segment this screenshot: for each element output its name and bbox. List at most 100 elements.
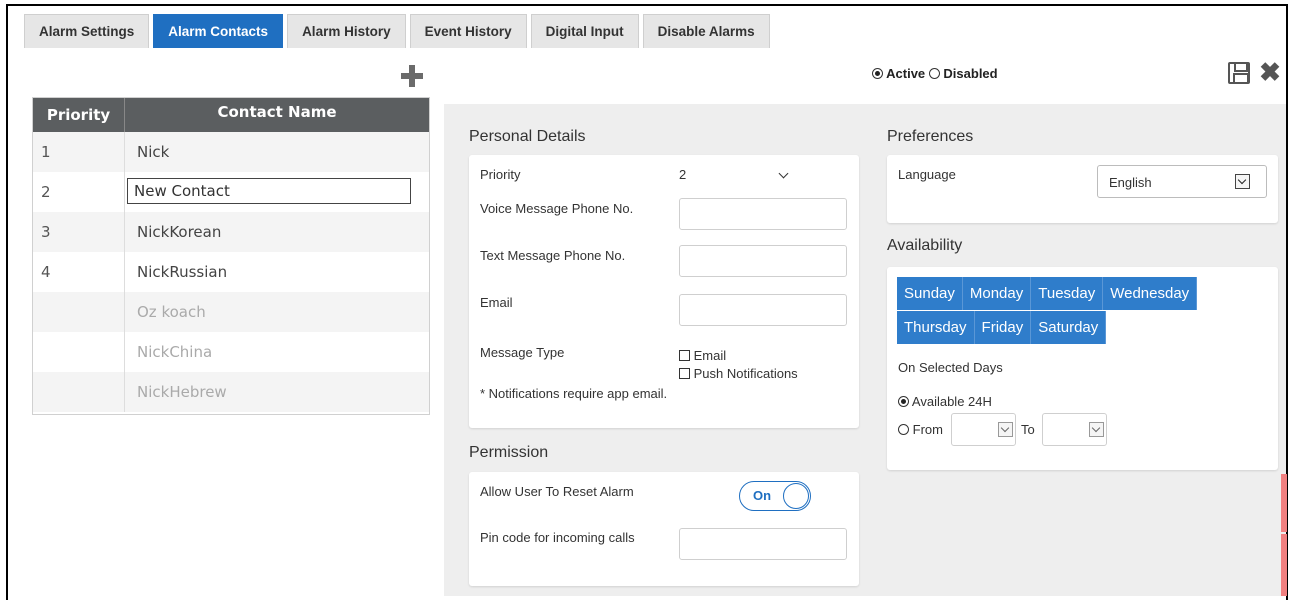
priority-select-value[interactable]: 2 (679, 167, 686, 182)
day-sunday[interactable]: Sunday (897, 277, 963, 310)
tab-alarm-settings[interactable]: Alarm Settings (24, 14, 150, 48)
tab-disable-alarms[interactable]: Disable Alarms (642, 14, 770, 48)
from-time-select[interactable] (951, 413, 1016, 446)
day-saturday[interactable]: Saturday (1031, 311, 1107, 344)
language-value: English (1109, 175, 1152, 190)
voice-phone-label: Voice Message Phone No. (480, 201, 634, 216)
contacts-table: Priority Contact Name 1 Nick 2 3 NickKor… (32, 97, 430, 415)
permission-card: Allow User To Reset Alarm On Pin code fo… (469, 472, 859, 586)
contact-row[interactable]: Oz koach (33, 292, 429, 332)
tab-alarm-contacts[interactable]: Alarm Contacts (153, 14, 284, 48)
day-friday[interactable]: Friday (974, 311, 1032, 344)
email-option-label: Email (693, 348, 727, 363)
contact-name: NickChina (137, 343, 213, 361)
contacts-table-header: Priority Contact Name (33, 98, 429, 132)
email-checkbox[interactable] (679, 350, 690, 361)
availability-card: Sunday Monday Tuesday Wednesday Thursday… (887, 267, 1278, 470)
chevron-down-icon (1089, 422, 1104, 437)
permission-title: Permission (469, 444, 549, 461)
contact-name-input[interactable] (127, 178, 411, 204)
add-contact-plus-icon[interactable] (401, 65, 423, 87)
push-checkbox[interactable] (679, 368, 690, 379)
disabled-radio[interactable] (928, 68, 940, 79)
contact-name-cell: Oz koach (125, 292, 429, 332)
available-24h-radio[interactable] (898, 396, 909, 407)
contact-name-cell (125, 172, 429, 212)
contact-details-panel: Personal Details Priority 2 Voice Messag… (444, 104, 1286, 596)
contact-row[interactable]: NickChina (33, 332, 429, 372)
contact-row[interactable]: 2 (33, 172, 429, 212)
contact-name-cell: NickChina (125, 332, 429, 372)
contact-name: Nick (137, 143, 170, 161)
toggle-label: On (753, 488, 772, 503)
contact-name-column-header[interactable]: Contact Name (125, 98, 429, 132)
contact-row[interactable]: NickHebrew (33, 372, 429, 412)
reset-alarm-toggle[interactable]: On (739, 481, 811, 511)
day-monday[interactable]: Monday (962, 277, 1032, 310)
contact-name: NickRussian (137, 263, 228, 281)
available-24h-option: Available 24H (898, 394, 992, 409)
contact-row[interactable]: 1 Nick (33, 132, 429, 172)
day-wednesday[interactable]: Wednesday (1103, 277, 1198, 310)
to-time-select[interactable] (1042, 413, 1107, 446)
priority-column-header[interactable]: Priority (33, 98, 125, 132)
available-24h-label: Available 24H (911, 394, 992, 409)
language-select[interactable]: English (1097, 165, 1267, 198)
contact-name: Oz koach (137, 303, 206, 321)
to-label: To (1021, 422, 1035, 437)
scrollbar-marker[interactable] (1281, 534, 1287, 596)
notifications-note: * Notifications require app email. (480, 386, 668, 401)
active-radio[interactable] (872, 68, 883, 79)
day-thursday[interactable]: Thursday (897, 311, 975, 344)
contact-row[interactable]: 4 NickRussian (33, 252, 429, 292)
contact-name: NickKorean (137, 223, 222, 241)
contact-name-cell: NickHebrew (125, 372, 429, 412)
priority-label: Priority (480, 167, 521, 182)
push-option-label: Push Notifications (693, 366, 798, 381)
scrollbar-marker[interactable] (1281, 474, 1287, 532)
preferences-title: Preferences (887, 128, 974, 145)
contact-status-group: Active Disabled (872, 66, 998, 81)
contact-priority (33, 372, 125, 412)
tab-digital-input[interactable]: Digital Input (530, 14, 639, 48)
from-radio[interactable] (898, 424, 909, 435)
contact-priority (33, 332, 125, 372)
active-label: Active (886, 66, 926, 81)
contact-row[interactable]: 3 NickKorean (33, 212, 429, 252)
email-option: Email (679, 348, 726, 363)
day-selector: Sunday Monday Tuesday Wednesday Thursday… (897, 277, 1237, 344)
day-tuesday[interactable]: Tuesday (1031, 277, 1104, 310)
disabled-label: Disabled (943, 66, 998, 81)
contact-priority: 1 (33, 132, 125, 172)
from-option: From (898, 422, 943, 437)
voice-phone-input[interactable] (679, 198, 847, 230)
chevron-down-icon (998, 422, 1013, 437)
text-phone-label: Text Message Phone No. (480, 248, 626, 263)
pin-code-label: Pin code for incoming calls (480, 530, 635, 545)
contact-priority: 3 (33, 212, 125, 252)
tab-bar: Alarm Settings Alarm Contacts Alarm Hist… (24, 14, 770, 48)
email-input[interactable] (679, 294, 847, 326)
close-icon[interactable]: ✖ (1258, 59, 1282, 85)
email-label: Email (480, 295, 513, 310)
from-label: From (912, 422, 943, 437)
contact-priority: 4 (33, 252, 125, 292)
preferences-card: Language English (887, 155, 1278, 223)
push-option: Push Notifications (679, 366, 798, 381)
tab-event-history[interactable]: Event History (409, 14, 527, 48)
pin-code-input[interactable] (679, 528, 847, 560)
text-phone-input[interactable] (679, 245, 847, 277)
contact-priority: 2 (33, 172, 125, 212)
chevron-down-icon (1235, 174, 1250, 189)
language-label: Language (898, 167, 956, 182)
chevron-down-icon[interactable] (778, 168, 789, 179)
personal-details-title: Personal Details (469, 128, 586, 145)
contact-priority (33, 292, 125, 332)
message-type-label: Message Type (480, 345, 565, 360)
toggle-knob (783, 483, 809, 509)
contact-name: NickHebrew (137, 383, 227, 401)
reset-alarm-label: Allow User To Reset Alarm (480, 484, 634, 499)
personal-details-card: Priority 2 Voice Message Phone No. Text … (469, 155, 859, 428)
tab-alarm-history[interactable]: Alarm History (287, 14, 406, 48)
save-icon[interactable] (1228, 62, 1250, 84)
